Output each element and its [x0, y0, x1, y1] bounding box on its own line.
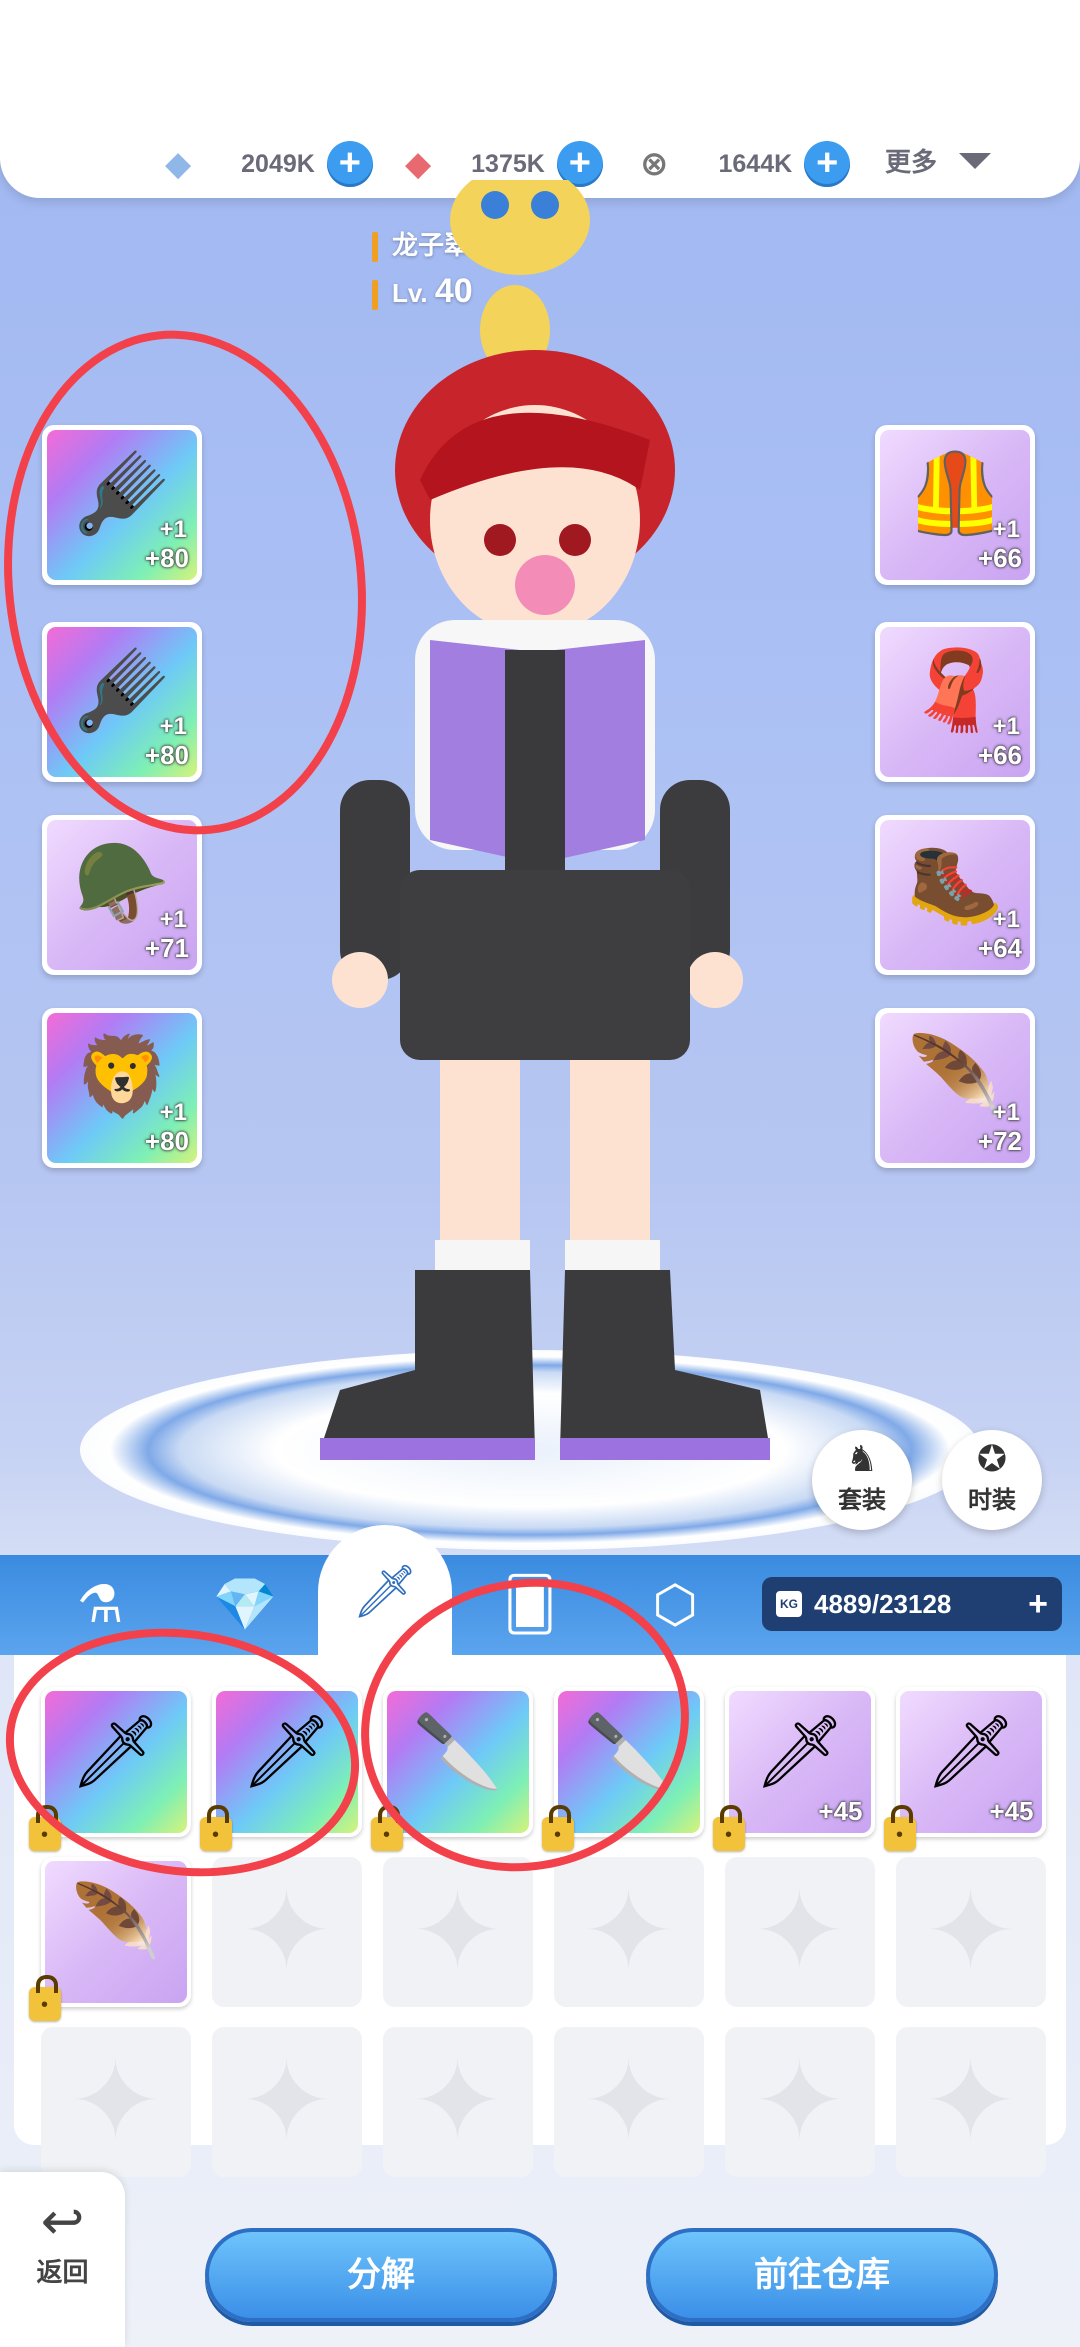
empty-bag-slot[interactable]: ✦: [211, 2027, 362, 2177]
bag-item[interactable]: 🪶 •: [28, 1857, 191, 2021]
sword-icon: 🗡: [351, 1563, 418, 1621]
fashion-icon: ✪: [976, 1438, 1008, 1479]
ruby-icon: ◆: [405, 145, 432, 183]
wing-icon: 🪶: [70, 1882, 161, 1962]
expand-bag-button[interactable]: +: [1028, 1585, 1048, 1624]
crystal-icon: ⬡: [652, 1576, 698, 1634]
item-level: +45: [818, 1796, 863, 1826]
potion-icon: ⚗: [76, 1576, 124, 1634]
lock-icon: •: [28, 1975, 61, 2021]
equip-slot-right-1[interactable]: 🦺 +1 +66: [875, 425, 1035, 585]
empty-bag-slot[interactable]: ✦: [553, 1857, 704, 2007]
currency-bar: ◆ 2049K + ◆ 1375K + ⊗ 1644K + 更多: [0, 0, 1080, 198]
gem-icon: 💎: [212, 1576, 278, 1634]
empty-bag-slot[interactable]: ✦: [382, 1857, 533, 2007]
bag-capacity: KG 4889/23128 +: [762, 1577, 1062, 1631]
outfit-set-button[interactable]: ♞ 套装: [812, 1430, 912, 1530]
empty-bag-slot[interactable]: ✦: [553, 2027, 704, 2177]
empty-bag-slot[interactable]: ✦: [724, 1857, 875, 2007]
bag-item[interactable]: 🗡 +45 •: [883, 1687, 1046, 1851]
dagger-icon: 🗡: [924, 1712, 1017, 1792]
equip-slot-right-4[interactable]: 🪶 +1 +72: [875, 1008, 1035, 1168]
ruby-amount: 1375K: [471, 149, 545, 178]
chevron-down-icon: [959, 152, 992, 169]
back-button[interactable]: ↩ 返回: [0, 2172, 125, 2347]
empty-bag-slot[interactable]: ✦: [211, 1857, 362, 2007]
empty-bag-slot[interactable]: ✦: [724, 2027, 875, 2177]
coin-icon: ⊗: [640, 145, 669, 183]
character-model: [320, 180, 770, 1460]
lock-icon: •: [712, 1805, 745, 1851]
decompose-button[interactable]: 分解: [205, 2228, 557, 2322]
equip-slot-right-2[interactable]: 🧣 +1 +66: [875, 622, 1035, 782]
outfit-set-icon: ♞: [845, 1438, 879, 1479]
empty-bag-slot[interactable]: ✦: [895, 1857, 1046, 2007]
weight-icon: KG: [776, 1591, 802, 1617]
add-coin-button[interactable]: +: [804, 141, 851, 187]
empty-bag-slot[interactable]: ✦: [895, 2027, 1046, 2177]
bag-item[interactable]: 🗡 +45 •: [712, 1687, 875, 1851]
coin-amount: 1644K: [718, 149, 793, 178]
dagger-icon: 🗡: [753, 1712, 846, 1792]
capacity-value: 4889/23128: [814, 1588, 952, 1619]
more-label: 更多: [885, 147, 938, 177]
equip-slot-right-3[interactable]: 🥾 +1 +64: [875, 815, 1035, 975]
equip-slot-left-3[interactable]: 🪖 +1 +71: [42, 815, 202, 975]
diamond-amount: 2049K: [241, 149, 315, 178]
lock-icon: •: [883, 1805, 916, 1851]
more-dropdown[interactable]: 更多: [885, 142, 992, 179]
back-arrow-icon: ↩: [40, 2193, 85, 2251]
diamond-icon: ◆: [165, 145, 192, 183]
item-level: +45: [989, 1796, 1034, 1826]
go-to-warehouse-button[interactable]: 前往仓库: [646, 2228, 998, 2322]
empty-bag-slot[interactable]: ✦: [382, 2027, 533, 2177]
fashion-button[interactable]: ✪ 时装: [942, 1430, 1042, 1530]
equip-slot-left-4[interactable]: 🦁 +1 +80: [42, 1008, 202, 1168]
empty-bag-slot[interactable]: ✦: [40, 2027, 191, 2177]
